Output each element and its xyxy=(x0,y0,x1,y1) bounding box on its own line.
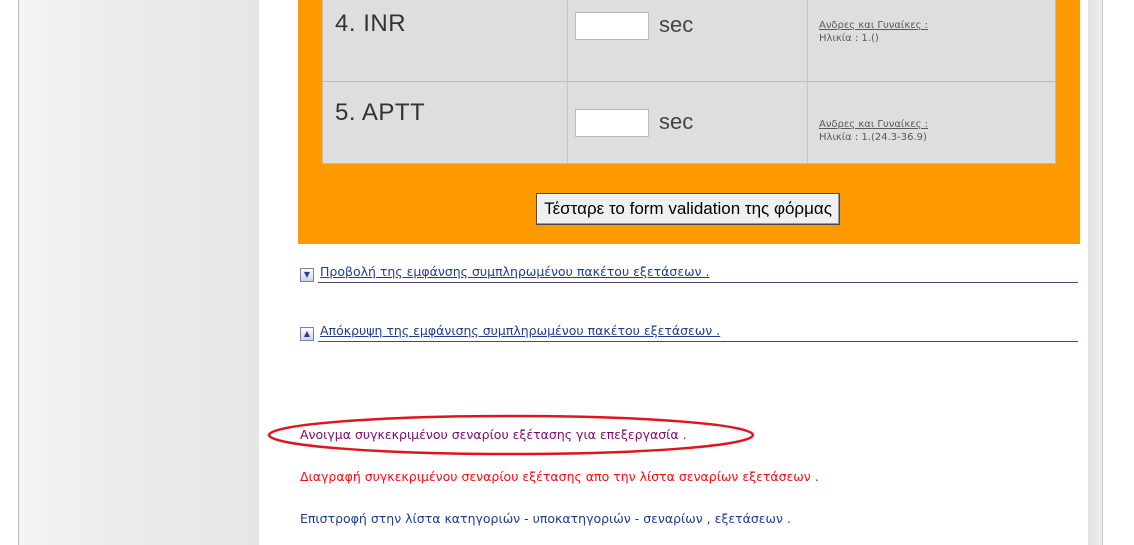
chevron-down-icon[interactable]: ▼ xyxy=(300,268,314,282)
open-scenario-link[interactable]: Ανοιγμα συγκεκριμένου σεναρίου εξέτασης … xyxy=(300,427,687,442)
test-name-cell: 5. APTT xyxy=(323,81,568,163)
test-form-panel: 4. INR sec Ανδρες και Γυναίκες : Ηλικία … xyxy=(298,0,1080,244)
reference-cell: Ανδρες και Γυναίκες : Ηλικία : 1.(24.3-3… xyxy=(807,81,1055,163)
inr-value-input[interactable] xyxy=(575,12,649,40)
hide-package-link[interactable]: Απόκρυψη της εμφάνισης συμπληρωμένου πακ… xyxy=(320,323,720,338)
divider xyxy=(318,341,1078,342)
reference-cell: Ανδρες και Γυναίκες : Ηλικία : 1.() xyxy=(807,0,1055,81)
test-number: 5. xyxy=(335,99,357,126)
show-package-toggle[interactable]: ▼ Προβολή της εμφάνσης συμπληρωμένου πακ… xyxy=(300,262,1078,290)
validate-form-button[interactable]: Τέσταρε το form validation της φόρμας xyxy=(536,193,840,225)
delete-scenario-link[interactable]: Διαγραφή συγκεκριμένου σεναρίου εξέτασης… xyxy=(300,469,819,484)
test-value-cell: sec xyxy=(567,81,808,163)
hide-package-toggle[interactable]: ▲ Απόκρυψη της εμφάνισης συμπληρωμένου π… xyxy=(300,321,1078,349)
divider xyxy=(318,282,1078,283)
back-to-list-link[interactable]: Επιστροφή στην λίστα κατηγοριών - υποκατ… xyxy=(300,511,791,526)
show-package-link[interactable]: Προβολή της εμφάνσης συμπληρωμένου πακέτ… xyxy=(320,264,709,279)
reference-range: Ηλικία : 1.(24.3-36.9) xyxy=(819,132,927,143)
test-number: 4. xyxy=(335,10,357,37)
test-name: 4. INR xyxy=(335,10,406,38)
aptt-value-input[interactable] xyxy=(575,109,649,137)
right-page-border xyxy=(1102,0,1103,545)
test-name: 5. APTT xyxy=(335,99,425,127)
test-label: INR xyxy=(363,10,407,37)
chevron-up-icon[interactable]: ▲ xyxy=(300,327,314,341)
reference-link[interactable]: Ανδρες και Γυναίκες : xyxy=(819,119,928,130)
reference-range: Ηλικία : 1.() xyxy=(819,33,879,44)
reference-link[interactable]: Ανδρες και Γυναίκες : xyxy=(819,20,928,31)
right-gutter xyxy=(1088,0,1102,545)
test-label: APTT xyxy=(361,99,426,126)
table-row: 4. INR sec Ανδρες και Γυναίκες : Ηλικία … xyxy=(323,0,1055,82)
test-value-cell: sec xyxy=(567,0,808,81)
table-row: 5. APTT sec Ανδρες και Γυναίκες : Ηλικία… xyxy=(323,81,1055,163)
left-gutter xyxy=(19,0,259,545)
test-values-table: 4. INR sec Ανδρες και Γυναίκες : Ηλικία … xyxy=(322,0,1056,164)
unit-label: sec xyxy=(659,109,694,134)
test-name-cell: 4. INR xyxy=(323,0,568,81)
unit-label: sec xyxy=(659,12,694,37)
